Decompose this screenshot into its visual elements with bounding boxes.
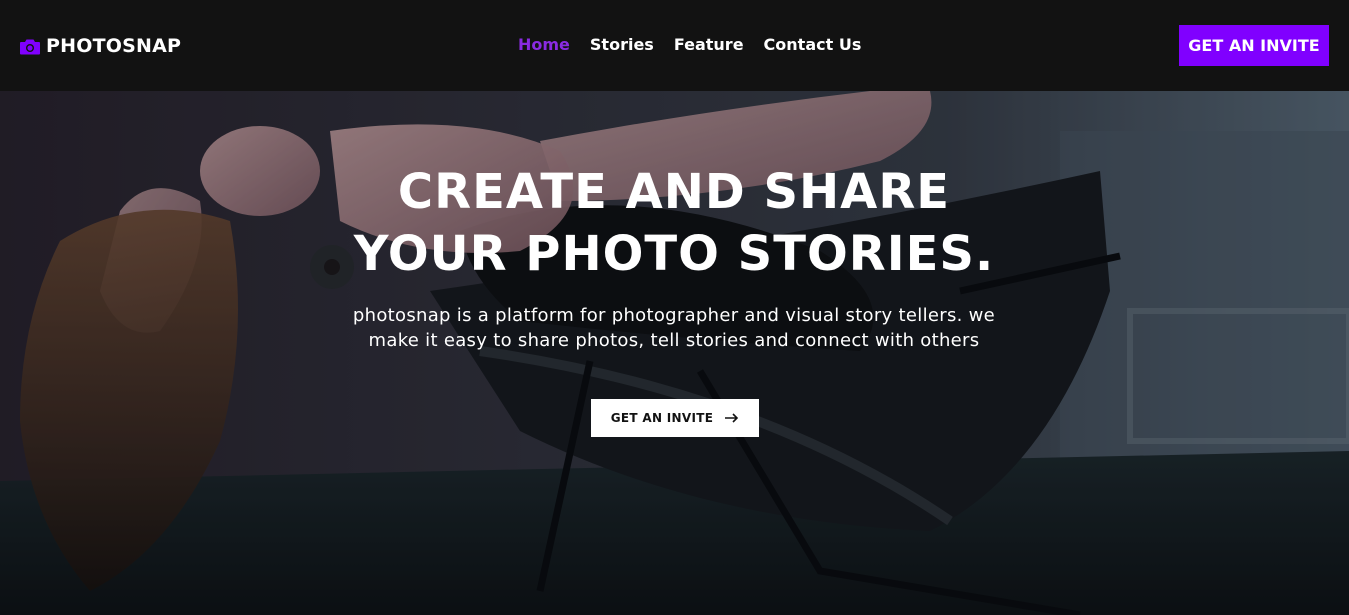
brand-name: PHOTOSNAP [46, 35, 182, 57]
nav-link-contact-us[interactable]: Contact Us [764, 35, 862, 54]
navbar: PHOTOSNAP Home Stories Feature Contact U… [0, 0, 1349, 91]
arrow-right-icon [725, 413, 739, 423]
hero-cta-label: GET AN INVITE [610, 411, 714, 425]
hero-heading-line-2: YOUR PHOTO STORIES. [353, 226, 995, 282]
hero-heading-line-1: CREATE AND SHARE [397, 164, 951, 220]
get-an-invite-button[interactable]: GET AN INVITE [1179, 25, 1329, 66]
hero-section: CREATE AND SHARE YOUR PHOTO STORIES. pho… [0, 91, 1349, 615]
nav-link-stories[interactable]: Stories [590, 35, 654, 54]
camera-icon [20, 39, 40, 54]
hero-content: CREATE AND SHARE YOUR PHOTO STORIES. pho… [274, 161, 1074, 353]
main-nav: Home Stories Feature Contact Us [518, 35, 861, 54]
nav-link-feature[interactable]: Feature [674, 35, 744, 54]
brand-logo[interactable]: PHOTOSNAP [20, 34, 181, 58]
hero-description: photosnap is a platform for photographer… [352, 305, 996, 351]
hero-get-an-invite-button[interactable]: GET AN INVITE [591, 399, 759, 437]
nav-link-home[interactable]: Home [518, 35, 570, 54]
hero-heading: CREATE AND SHARE YOUR PHOTO STORIES. [274, 161, 1074, 285]
